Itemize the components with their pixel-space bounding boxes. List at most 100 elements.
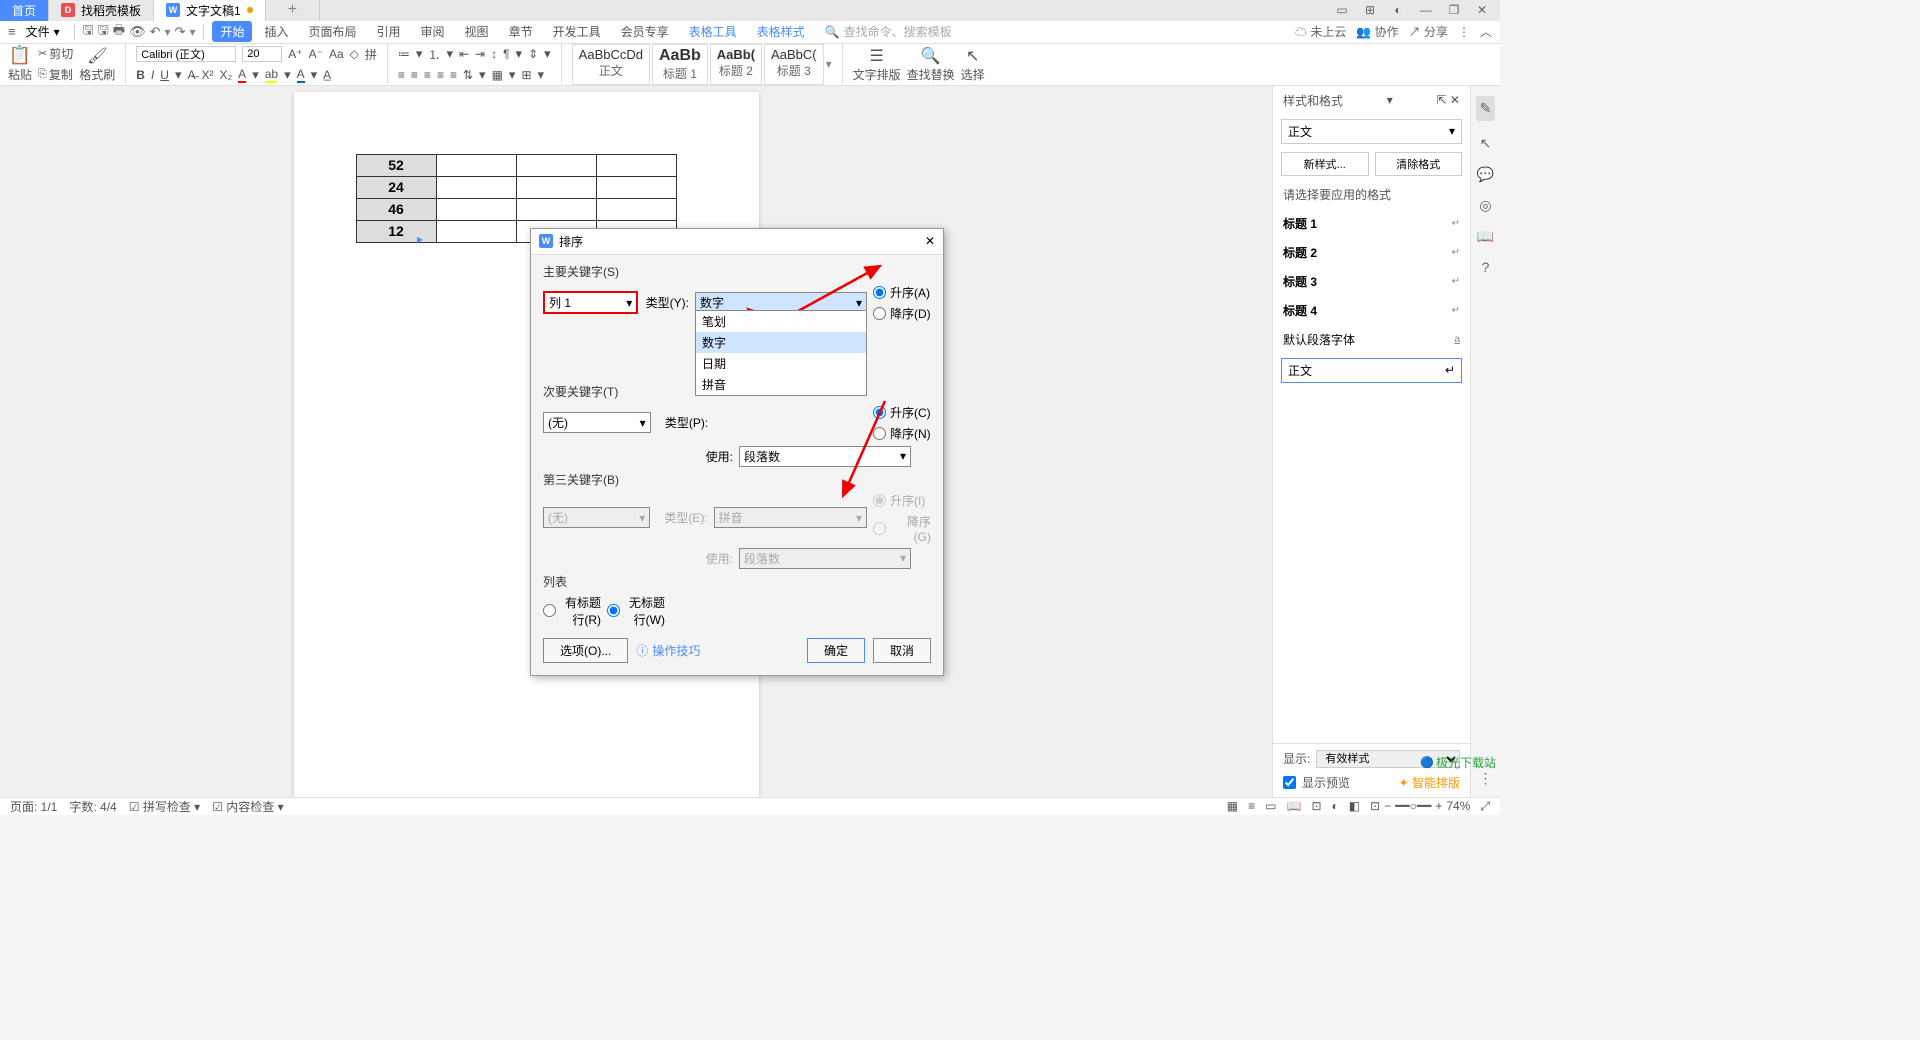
paste-button[interactable]: 📋粘贴 [8,45,32,83]
superscript-icon[interactable]: X² [202,68,214,82]
zoom-in-icon[interactable]: + [1435,799,1442,813]
word-count[interactable]: 字数: 4/4 [69,798,116,815]
bold-icon[interactable]: B [136,68,145,82]
secondary-asc-radio[interactable]: 升序(C) [873,404,931,421]
rail-book-icon[interactable]: 📖 [1477,228,1494,245]
collapse-ribbon-icon[interactable]: ︿ [1480,23,1492,40]
style-h2[interactable]: AaBb(标题 2 [710,44,762,85]
subscript-icon[interactable]: X₂ [220,68,233,82]
char-shading-icon[interactable]: A̲ [323,68,331,82]
style-item-h4[interactable]: 标题 4↵ [1273,296,1470,325]
user-icon[interactable]: ◐ [1390,3,1406,17]
view-web-icon[interactable]: ▭ [1265,799,1276,813]
table-cell[interactable]: 52 [356,154,436,176]
style-item-h3[interactable]: 标题 3↵ [1273,267,1470,296]
menu-start[interactable]: 开始 [212,21,252,42]
rail-help-icon[interactable]: ? [1482,259,1490,275]
change-case-icon[interactable]: Aa [329,47,344,61]
phonetic-icon[interactable]: 拼 [365,46,377,63]
copy-button[interactable]: ⎘ 复制 [38,66,73,83]
save-icon[interactable]: 🖫 [83,21,94,43]
view-dark-icon[interactable]: ◐ [1332,799,1339,813]
view-outline-icon[interactable]: ≡ [1248,799,1255,813]
options-button[interactable]: 选项(O)... [543,638,628,663]
menu-member[interactable]: 会员专享 [613,21,677,42]
dropdown-option[interactable]: 拼音 [696,374,866,395]
preview-checkbox[interactable] [1283,776,1296,789]
font-select[interactable] [136,46,236,62]
style-normal[interactable]: AaBbCcDd正文 [572,44,650,85]
hamburger-icon[interactable]: ≡ [8,24,16,39]
table-cell[interactable]: 46 [356,198,436,220]
align-center-icon[interactable]: ≡ [411,68,418,82]
numbering-icon[interactable]: ⒈ [428,46,440,63]
cut-button[interactable]: ✂ 剪切 [38,45,73,62]
clear-format-icon[interactable]: ◇ [350,47,359,61]
tips-link[interactable]: ⓘ操作技巧 [636,642,700,659]
collab-button[interactable]: 👥 协作 [1356,23,1398,40]
menu-review[interactable]: 审阅 [413,21,453,42]
print-icon[interactable]: 🖶 [113,21,125,43]
preview-icon[interactable]: 👁 [129,24,146,40]
indent-inc-icon[interactable]: ⇥ [475,47,485,61]
undo-icon[interactable]: ↶ [150,24,161,40]
menu-devtools[interactable]: 开发工具 [545,21,609,42]
close-panel-icon[interactable]: ✕ [1450,93,1460,107]
zoom-fit-icon[interactable]: ⊡ [1370,799,1380,813]
share-button[interactable]: ↗ 分享 [1409,23,1448,40]
secondary-key-select[interactable]: (无)▾ [543,412,651,433]
bullets-icon[interactable]: ≔ [398,47,410,61]
menu-insert[interactable]: 插入 [256,21,296,42]
grid-icon[interactable]: ⊞ [1362,3,1378,17]
cloud-status[interactable]: ☁ 未上云 [1295,23,1346,40]
align-right-icon[interactable]: ≡ [424,68,431,82]
size-select[interactable] [242,46,282,62]
style-h3[interactable]: AaBbC(标题 3 [764,44,824,85]
style-item-body[interactable]: 正文↵ [1281,358,1462,383]
tab-home[interactable]: 首页 [0,0,49,21]
maximize-icon[interactable]: ❐ [1446,3,1462,17]
primary-key-select[interactable]: 列 1▾ [543,291,638,314]
dialog-close-icon[interactable]: ✕ [925,234,935,248]
zoom-value[interactable]: 74% [1446,799,1470,813]
tab-document[interactable]: W文字文稿1 [154,0,266,21]
spell-check[interactable]: ☑ 拼写检查 ▾ [129,798,200,815]
ok-button[interactable]: 确定 [807,638,865,663]
more-menu[interactable]: ⋮ [1458,25,1470,39]
shading-icon[interactable]: ▦ [492,68,503,82]
rail-select-icon[interactable]: ↖ [1480,135,1492,152]
select-menu[interactable]: ↖选择 [961,46,985,83]
align-dist-icon[interactable]: ≡ [450,68,457,82]
rail-more-icon[interactable]: ⋮ [1479,770,1493,787]
italic-icon[interactable]: I [151,68,154,82]
secondary-use-select[interactable]: 段落数▾ [739,446,911,467]
sort-icon[interactable]: ↕ [491,47,497,61]
tab-new[interactable]: + [266,0,320,21]
dropdown-option[interactable]: 数字 [696,332,866,353]
para-spacing-icon[interactable]: ⇅ [463,68,473,82]
fullscreen-icon[interactable]: ⤢ [1480,799,1490,814]
close-icon[interactable]: ✕ [1474,3,1490,17]
file-menu[interactable]: 文件▾ [20,21,66,42]
toggle-marks-icon[interactable]: ¶ [503,47,509,61]
primary-desc-radio[interactable]: 降序(D) [873,305,931,322]
dropdown-option[interactable]: 日期 [696,353,866,374]
shrink-font-icon[interactable]: A⁻ [309,47,323,61]
grow-font-icon[interactable]: A⁺ [288,47,302,61]
underline-icon[interactable]: U [160,68,169,82]
borders-icon[interactable]: ⊞ [521,68,531,82]
current-style-select[interactable]: 正文▾ [1281,119,1462,144]
view-focus-icon[interactable]: ⊡ [1311,799,1321,813]
new-style-button[interactable]: 新样式... [1281,152,1369,176]
menu-layout[interactable]: 页面布局 [301,21,365,42]
has-header-radio[interactable]: 有标题行(R) [543,594,601,628]
menu-table-style[interactable]: 表格样式 [749,21,813,42]
text-layout[interactable]: ☰文字排版 [853,46,901,83]
rail-target-icon[interactable]: ◎ [1479,197,1491,214]
primary-asc-radio[interactable]: 升序(A) [873,284,931,301]
tab-templates[interactable]: D找稻壳模板 [49,0,154,21]
align-justify-icon[interactable]: ≡ [437,68,444,82]
dropdown-option[interactable]: 笔划 [696,311,866,332]
table-cell[interactable]: 12 [356,220,436,242]
pin-icon[interactable]: ⇱ [1437,93,1447,107]
